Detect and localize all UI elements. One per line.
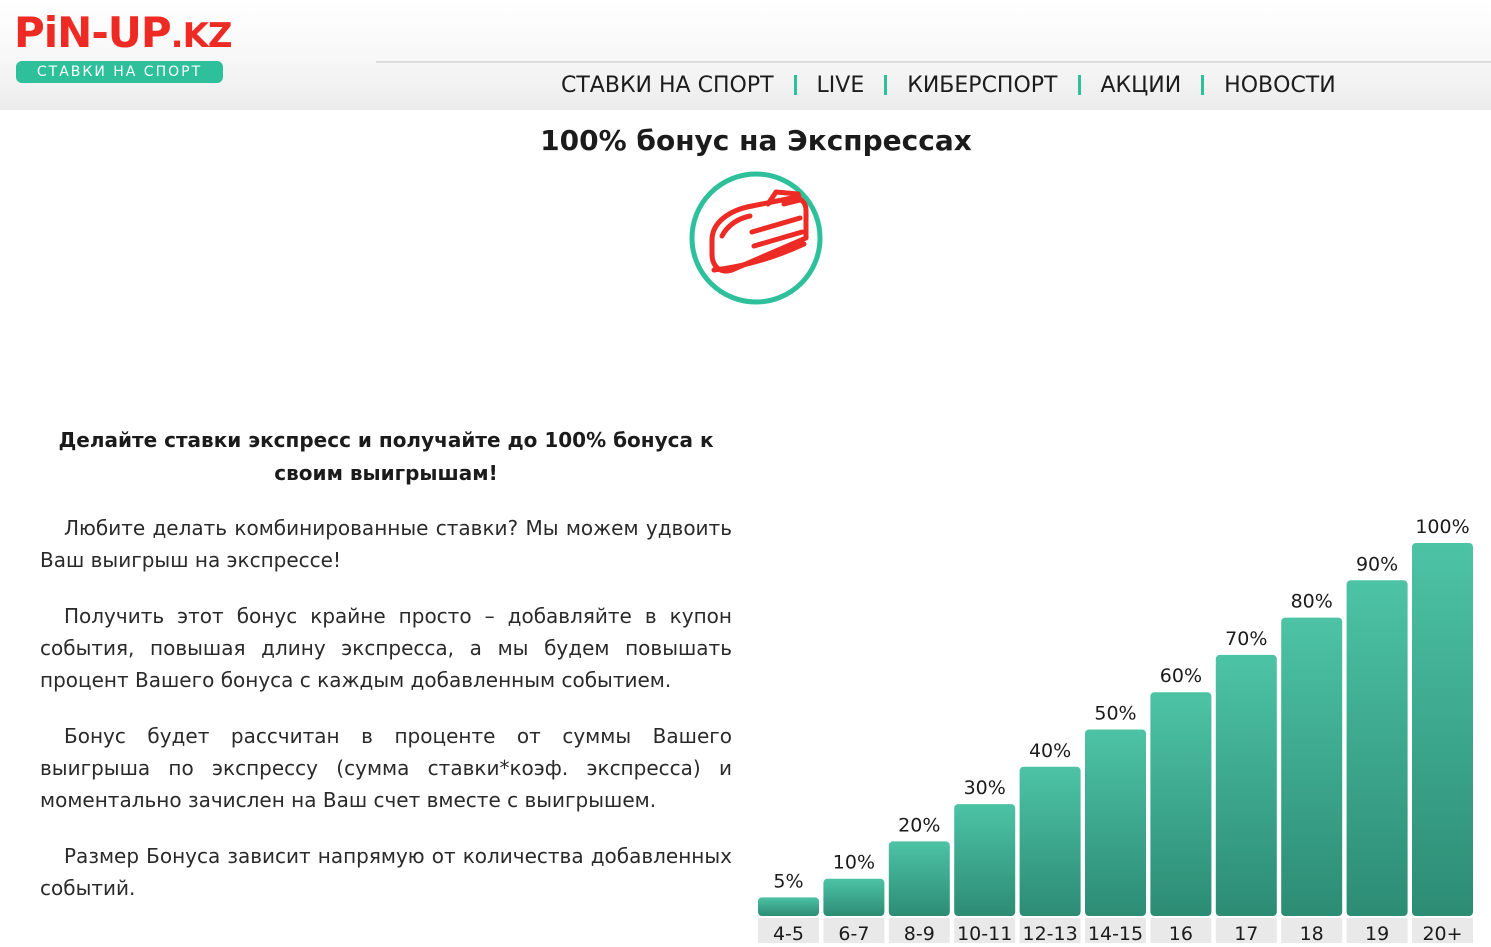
chart-category-label: 4-5 xyxy=(773,923,804,943)
paragraph-2: Получить этот бонус крайне просто – доба… xyxy=(40,604,732,692)
chart-data-label: 20% xyxy=(898,814,940,836)
header-divider xyxy=(376,61,1491,63)
lead-text: Делайте ставки экспресс и получайте до 1… xyxy=(58,428,714,485)
paragraph-4: Размер Бонуса зависит напрямую от количе… xyxy=(40,844,732,900)
nav-esports[interactable]: КИБЕРСПОРТ xyxy=(907,73,1057,98)
chart-category-label: 16 xyxy=(1169,923,1193,943)
bonus-chart: 5% 4-5 10% 6-7 20% 8-9 30% 10-11 40% 12-13 50% 14-1… xyxy=(752,500,1482,945)
logo-brand: PiN-UP xyxy=(14,8,172,57)
paragraph-1: Любите делать комбинированные ставки? Мы… xyxy=(40,516,732,572)
chart-bar xyxy=(1412,543,1473,916)
chart-data-label: 10% xyxy=(833,852,875,874)
chart-bar xyxy=(1085,729,1146,916)
chart-category-label: 12-13 xyxy=(1022,923,1077,943)
chart-bar xyxy=(1281,617,1343,916)
chart-category-label: 17 xyxy=(1234,923,1258,943)
chart-category-label: 10-11 xyxy=(957,923,1012,943)
page-title: 100% бонус на Экспрессах xyxy=(540,124,972,157)
nav-separator xyxy=(884,75,888,95)
chart-data-label: 40% xyxy=(1029,740,1071,762)
chart-bar xyxy=(954,804,1016,916)
site-header: PiN-UP.KZ СТАВКИ НА СПОРТ СТАВКИ НА СПОР… xyxy=(0,0,1491,110)
nav-news[interactable]: НОВОСТИ xyxy=(1224,73,1336,98)
chart-data-label: 70% xyxy=(1225,628,1267,650)
chart-bar xyxy=(758,897,819,916)
main-nav: СТАВКИ НА СПОРТ LIVE КИБЕРСПОРТ АКЦИИ НО… xyxy=(561,71,1336,99)
logo-wordmark: PiN-UP.KZ xyxy=(14,8,233,57)
logo-domain: .KZ xyxy=(170,16,233,56)
nav-sports-betting[interactable]: СТАВКИ НА СПОРТ xyxy=(561,73,774,98)
chart-bar xyxy=(888,841,950,916)
chart-data-label: 100% xyxy=(1415,516,1469,538)
nav-live[interactable]: LIVE xyxy=(817,73,865,98)
chart-category-label: 14-15 xyxy=(1088,923,1143,943)
nav-promotions[interactable]: АКЦИИ xyxy=(1101,73,1182,98)
nav-separator xyxy=(1201,75,1205,95)
chart-data-label: 50% xyxy=(1094,703,1136,725)
chart-category-label: 19 xyxy=(1365,923,1389,943)
chart-data-label: 80% xyxy=(1291,591,1333,613)
chart-data-label: 30% xyxy=(964,777,1006,799)
chart-data-label: 5% xyxy=(773,870,803,892)
paragraph-3: Бонус будет рассчитан в проценте от сумм… xyxy=(40,724,732,812)
chart-bar xyxy=(1215,654,1277,916)
nav-separator xyxy=(793,75,797,95)
chart-data-label: 90% xyxy=(1356,553,1398,575)
chart-category-label: 8-9 xyxy=(904,923,935,943)
bonus-chart-svg: 5% 4-5 10% 6-7 20% 8-9 30% 10-11 40% 12-13 50% 14-1… xyxy=(758,516,1473,945)
express-train-icon xyxy=(688,170,824,306)
chart-category-label: 20+ xyxy=(1422,923,1462,943)
logo-tagline: СТАВКИ НА СПОРТ xyxy=(16,61,223,83)
chart-data-label: 60% xyxy=(1160,665,1202,687)
site-logo[interactable]: PiN-UP.KZ СТАВКИ НА СПОРТ xyxy=(14,8,233,86)
chart-bar xyxy=(1346,580,1408,916)
nav-separator xyxy=(1077,75,1081,95)
chart-bar xyxy=(1150,692,1212,916)
chart-bar xyxy=(823,878,885,916)
chart-category-label: 18 xyxy=(1300,923,1324,943)
chart-bar xyxy=(1019,766,1081,916)
chart-category-label: 6-7 xyxy=(838,923,869,943)
